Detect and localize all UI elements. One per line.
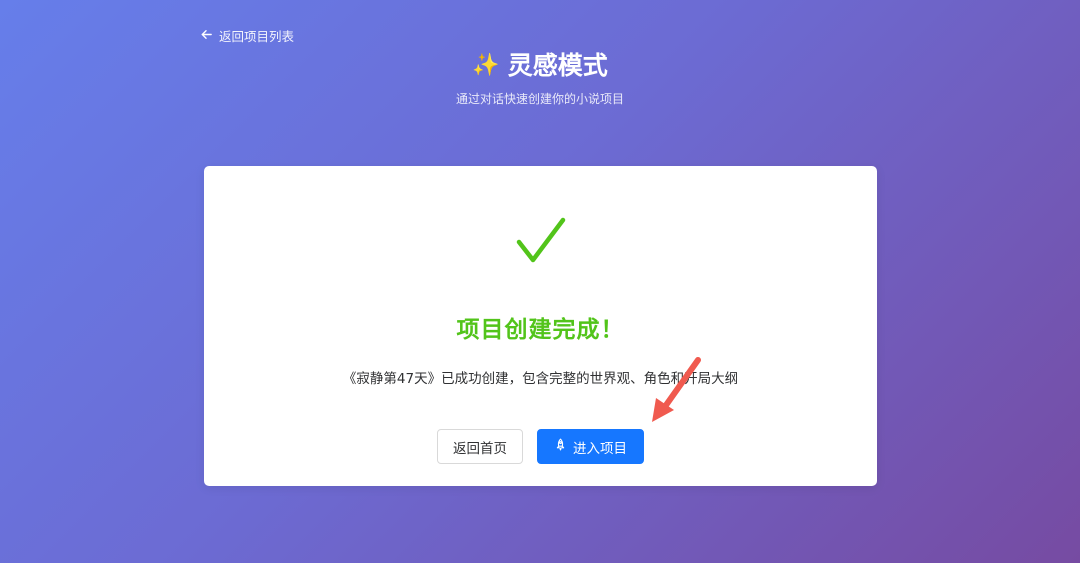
success-description: 《寂静第47天》已成功创建，包含完整的世界观、角色和开局大纲 xyxy=(342,371,739,387)
back-home-button[interactable]: 返回首页 xyxy=(437,429,523,464)
page-header: ✨ 灵感模式 通过对话快速创建你的小说项目 xyxy=(0,48,1080,107)
back-link-label: 返回项目列表 xyxy=(219,29,295,44)
rocket-icon xyxy=(554,438,567,455)
enter-project-label: 进入项目 xyxy=(573,440,627,457)
page-title: ✨ 灵感模式 xyxy=(472,48,607,84)
enter-project-button[interactable]: 进入项目 xyxy=(537,429,644,464)
success-title: 项目创建完成！ xyxy=(456,317,625,343)
result-card: 项目创建完成！ 《寂静第47天》已成功创建，包含完整的世界观、角色和开局大纲 返… xyxy=(204,166,877,486)
sparkles-icon: ✨ xyxy=(472,53,500,78)
page-subtitle: 通过对话快速创建你的小说项目 xyxy=(455,92,624,106)
back-home-label: 返回首页 xyxy=(453,440,507,457)
action-buttons: 返回首页 进入项目 xyxy=(204,429,877,464)
arrow-left-icon xyxy=(200,28,213,44)
page-title-text: 灵感模式 xyxy=(507,51,608,80)
back-to-projects-link[interactable]: 返回项目列表 xyxy=(200,26,294,45)
